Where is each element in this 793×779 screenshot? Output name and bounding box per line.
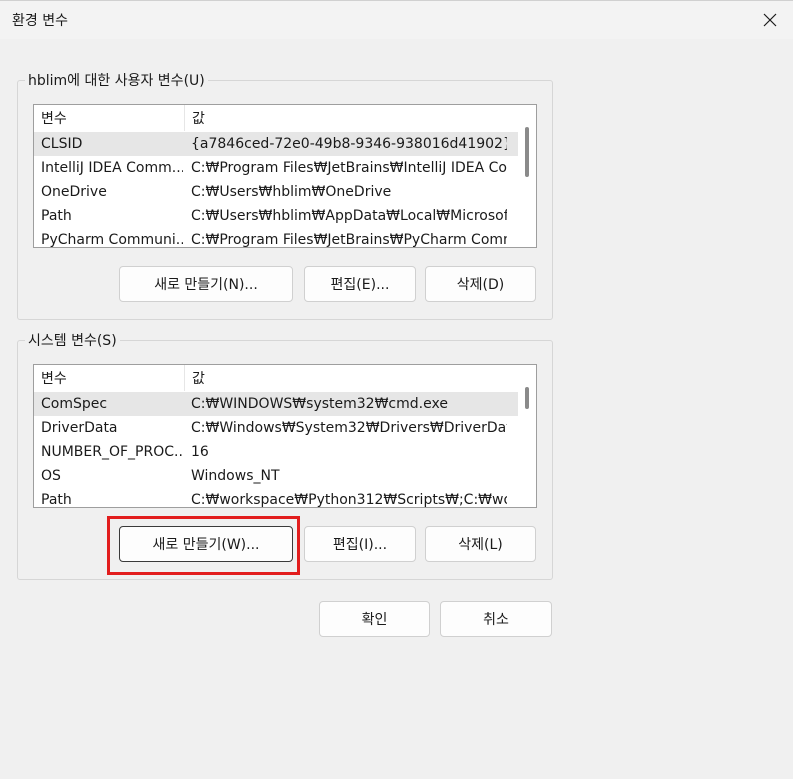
table-row[interactable]: Path C:₩Users₩hblim₩AppData₩Local₩Micros… (34, 204, 518, 228)
row-value: C:₩Users₩hblim₩AppData₩Local₩Microsoft..… (191, 208, 507, 224)
row-name: OneDrive (41, 184, 107, 200)
row-name: DriverData (41, 420, 118, 436)
row-value: 16 (191, 444, 209, 460)
system-variables-list[interactable]: 변수 값 ComSpec C:₩WINDOWS₩system32₩cmd.exe… (33, 364, 537, 508)
column-header-variable[interactable]: 변수 (34, 105, 185, 131)
highlight-box (107, 516, 300, 575)
row-value: C:₩Program Files₩JetBrains₩IntelliJ IDEA… (191, 160, 507, 176)
user-edit-button[interactable]: 편집(E)... (304, 266, 416, 302)
environment-variables-dialog: 환경 변수 hblim에 대한 사용자 변수(U) 변수 값 CLSID {a7… (0, 0, 793, 779)
column-header-value[interactable]: 값 (185, 105, 512, 131)
table-row[interactable]: Path C:₩workspace₩Python312₩Scripts₩;C:₩… (34, 488, 518, 508)
system-variables-label: 시스템 변수(S) (25, 330, 120, 350)
table-row[interactable]: NUMBER_OF_PROC... 16 (34, 440, 518, 464)
row-name: ComSpec (41, 396, 108, 412)
row-value: C:₩Windows₩System32₩Drivers₩DriverData (191, 420, 507, 436)
row-value: C:₩workspace₩Python312₩Scripts₩;C:₩work.… (191, 492, 507, 508)
column-header-variable[interactable]: 변수 (34, 365, 185, 391)
user-delete-button[interactable]: 삭제(D) (425, 266, 536, 302)
title-bar[interactable]: 환경 변수 (0, 1, 793, 39)
user-variables-label: hblim에 대한 사용자 변수(U) (25, 70, 208, 90)
row-value: C:₩Users₩hblim₩OneDrive (191, 184, 392, 200)
list-header: 변수 값 (34, 105, 518, 131)
table-row[interactable]: OS Windows_NT (34, 464, 518, 488)
row-name: NUMBER_OF_PROC... (41, 444, 183, 460)
table-row[interactable]: PyCharm Communi... C:₩Program Files₩JetB… (34, 228, 518, 248)
table-row[interactable]: IntelliJ IDEA Comm... C:₩Program Files₩J… (34, 156, 518, 180)
row-name: IntelliJ IDEA Comm... (41, 160, 183, 176)
table-row[interactable]: ComSpec C:₩WINDOWS₩system32₩cmd.exe (34, 392, 518, 416)
vertical-scrollbar[interactable] (518, 105, 536, 247)
table-row[interactable]: DriverData C:₩Windows₩System32₩Drivers₩D… (34, 416, 518, 440)
system-delete-button[interactable]: 삭제(L) (425, 526, 536, 562)
row-value: Windows_NT (191, 468, 280, 484)
row-value: C:₩Program Files₩JetBrains₩PyCharm Comm.… (191, 232, 507, 248)
user-variables-list[interactable]: 변수 값 CLSID {a7846ced-72e0-49b8-9346-9380… (33, 104, 537, 248)
system-edit-button[interactable]: 편집(I)... (304, 526, 416, 562)
row-name: PyCharm Communi... (41, 232, 183, 248)
row-value: {a7846ced-72e0-49b8-9346-938016d41902} (191, 136, 507, 152)
user-new-button[interactable]: 새로 만들기(N)... (119, 266, 293, 302)
row-name: Path (41, 208, 72, 224)
row-value: C:₩WINDOWS₩system32₩cmd.exe (191, 396, 448, 412)
table-row[interactable]: CLSID {a7846ced-72e0-49b8-9346-938016d41… (34, 132, 518, 156)
row-name: OS (41, 468, 61, 484)
row-name: CLSID (41, 136, 83, 152)
scrollbar-thumb[interactable] (525, 127, 529, 177)
scrollbar-thumb[interactable] (525, 387, 529, 409)
dialog-title: 환경 변수 (12, 13, 68, 29)
vertical-scrollbar[interactable] (518, 365, 536, 507)
column-header-value[interactable]: 값 (185, 365, 512, 391)
close-icon (763, 13, 777, 27)
ok-button[interactable]: 확인 (319, 601, 430, 637)
cancel-button[interactable]: 취소 (440, 601, 552, 637)
list-header: 변수 값 (34, 365, 518, 391)
close-button[interactable] (747, 1, 793, 39)
table-row[interactable]: OneDrive C:₩Users₩hblim₩OneDrive (34, 180, 518, 204)
row-name: Path (41, 492, 72, 508)
